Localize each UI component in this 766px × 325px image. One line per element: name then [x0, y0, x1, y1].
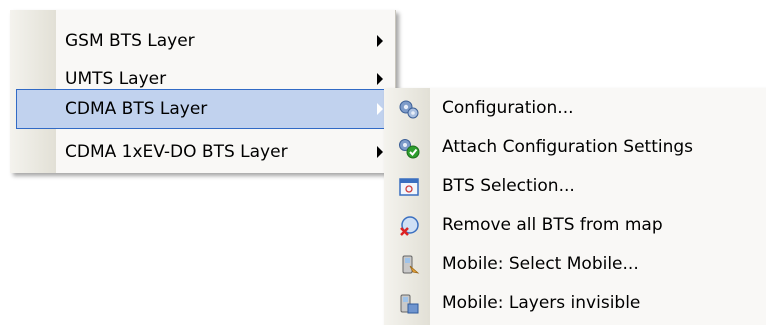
menu-item-mobile-layers-invisible[interactable]: Mobile: Layers invisible — [384, 284, 766, 322]
menu-item-cdma-1xev-do-bts-layer[interactable]: CDMA 1xEV-DO BTS Layer — [10, 133, 395, 171]
menu-item-cdma-bts-layer[interactable]: CDMA BTS Layer — [16, 89, 389, 129]
menu-item-label: UMTS Layer — [65, 69, 167, 89]
submenu-arrow-icon — [377, 103, 383, 115]
cdma-bts-submenu: Configuration... Attach Configuration Se… — [384, 88, 766, 325]
menu-item-mobile-select-mobile[interactable]: Mobile: Select Mobile... — [384, 245, 766, 283]
menu-item-label: BTS Selection... — [442, 176, 575, 196]
menu-item-label: Remove all BTS from map — [442, 215, 663, 235]
mobile-layers-icon — [400, 294, 419, 314]
menu-item-label: Attach Configuration Settings — [442, 137, 694, 157]
context-menu: GSM BTS Layer UMTS Layer CDMA BTS Layer … — [10, 10, 396, 173]
menu-item-label: CDMA BTS Layer — [65, 99, 208, 119]
menu-item-gsm-bts-layer[interactable]: GSM BTS Layer — [10, 22, 395, 60]
gears-check-icon — [399, 139, 420, 159]
submenu-arrow-icon — [377, 146, 383, 158]
gears-icon — [399, 100, 419, 119]
mobile-select-icon — [402, 255, 420, 274]
remove-map-icon — [400, 216, 419, 236]
menu-item-label: Configuration... — [442, 98, 574, 118]
window-select-icon — [399, 178, 419, 196]
menu-item-label: Mobile: Select Mobile... — [442, 254, 639, 274]
menu-item-label: GSM BTS Layer — [65, 31, 195, 51]
submenu-arrow-icon — [377, 35, 383, 47]
menu-item-bts-selection[interactable]: BTS Selection... — [384, 167, 766, 205]
menu-item-remove-all-bts-from-map[interactable]: Remove all BTS from map — [384, 206, 766, 244]
submenu-arrow-icon — [377, 73, 383, 85]
menu-item-configuration[interactable]: Configuration... — [384, 89, 766, 127]
menu-item-attach-configuration-settings[interactable]: Attach Configuration Settings — [384, 128, 766, 166]
menu-item-label: Mobile: Layers invisible — [442, 293, 641, 313]
menu-item-label: CDMA 1xEV-DO BTS Layer — [65, 142, 288, 162]
